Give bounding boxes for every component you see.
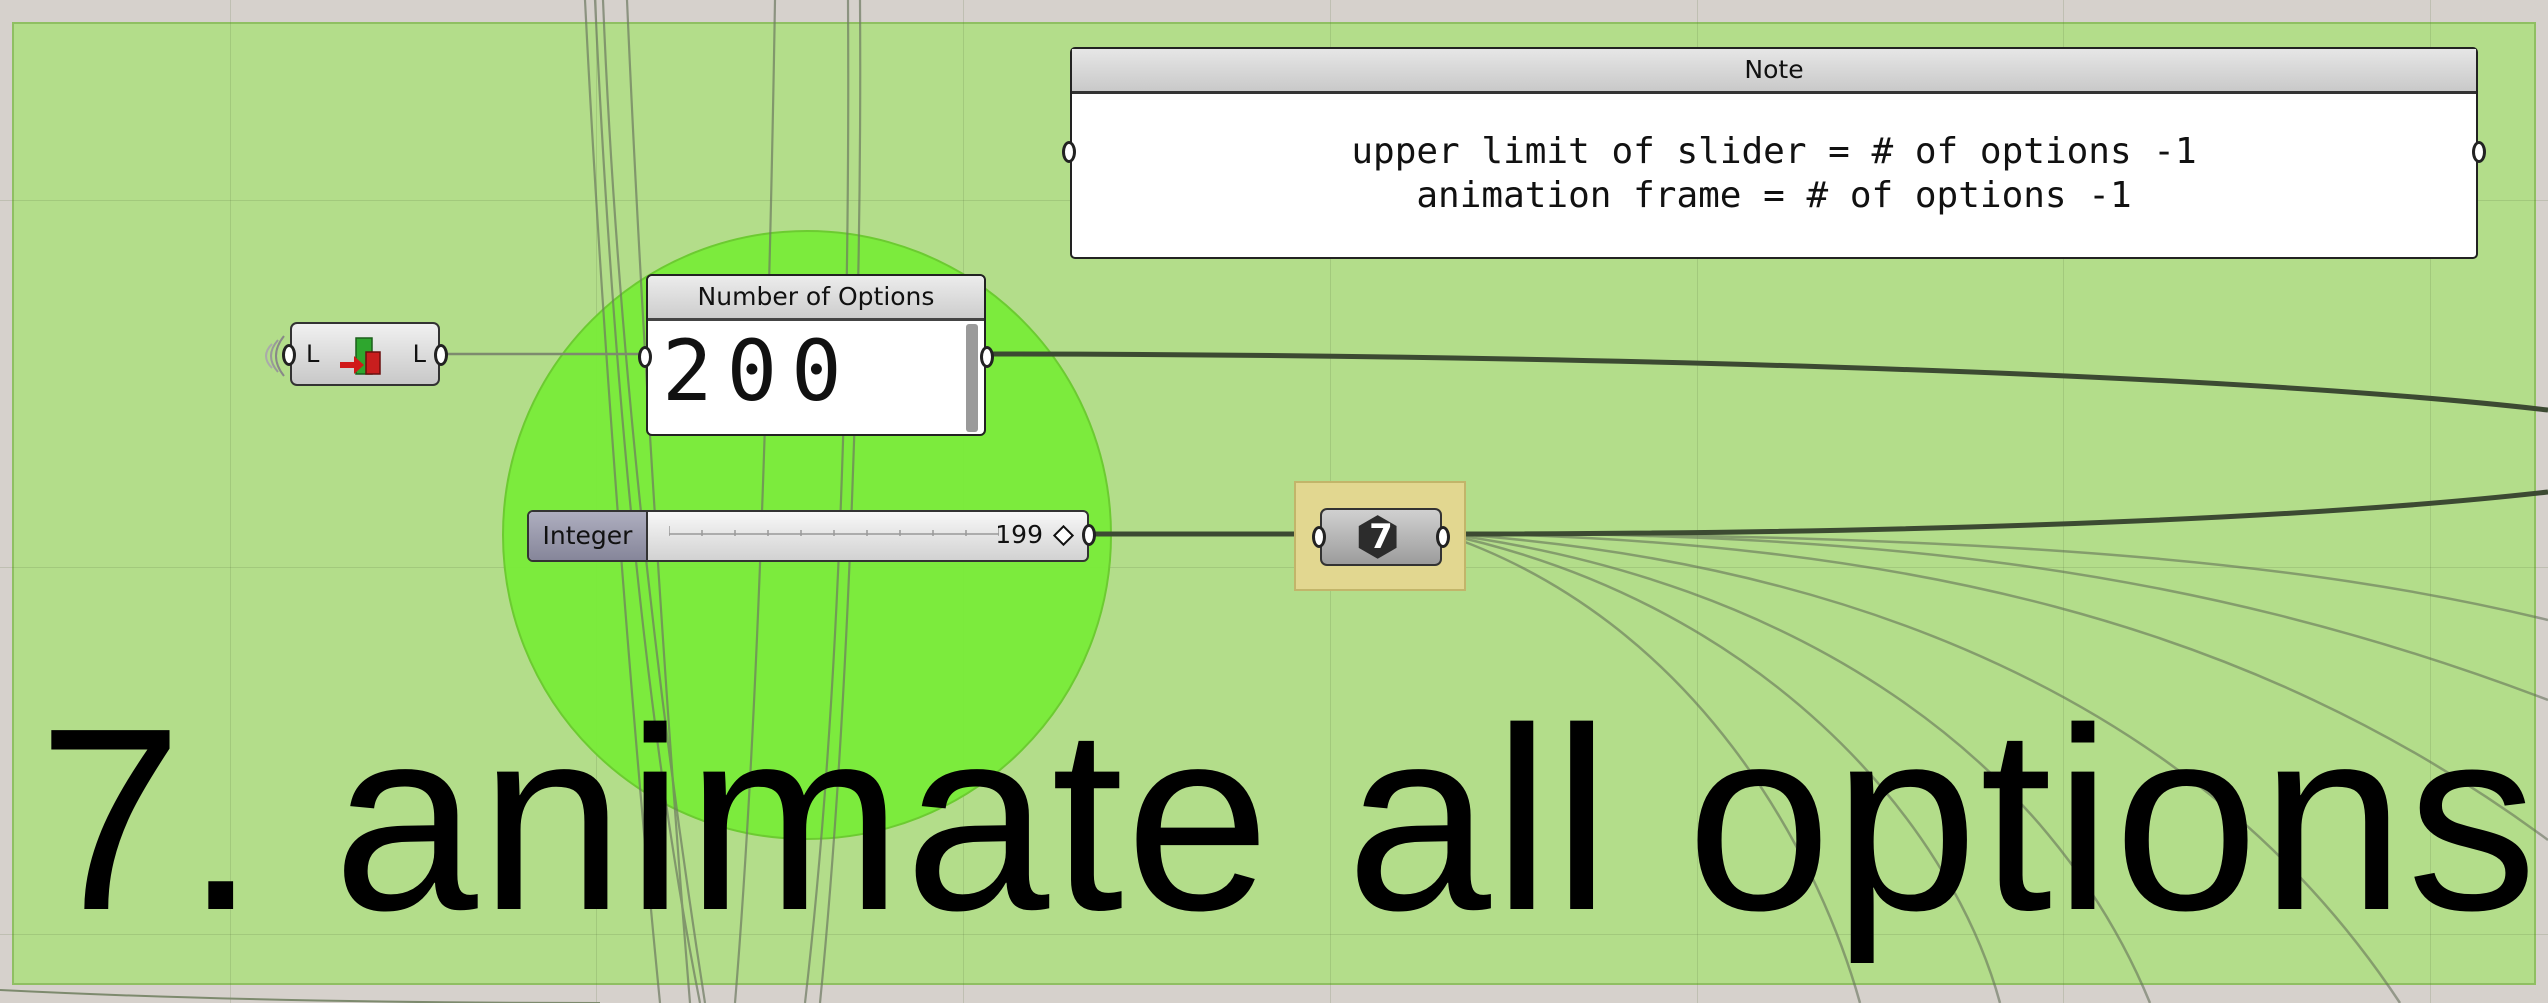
integer-slider[interactable]: Integer 199 [527, 510, 1089, 562]
slider-name: Integer [529, 512, 648, 560]
slider-output-port[interactable] [1082, 524, 1096, 546]
counter-group[interactable]: ⬢ 7 [1294, 481, 1466, 591]
slider-value: 199 [995, 520, 1043, 549]
number-of-options-panel[interactable]: Number of Options 200 [638, 274, 994, 436]
component-input-label: L [306, 340, 320, 368]
note-input-port[interactable] [1062, 141, 1076, 163]
list-data-icon [340, 337, 381, 375]
note-line-1: upper limit of slider = # of options -1 [1351, 131, 2197, 172]
list-data-component[interactable]: L L [265, 322, 448, 386]
panel-input-port[interactable] [638, 346, 652, 368]
panel-scrollbar[interactable] [966, 324, 978, 432]
component-output-port[interactable] [434, 344, 448, 366]
note-body: upper limit of slider = # of options -1 … [1072, 94, 2476, 218]
grasshopper-canvas[interactable]: Note upper limit of slider = # of option… [0, 0, 2548, 1003]
slider-track[interactable] [669, 522, 999, 542]
note-line-2: animation frame = # of options -1 [1416, 175, 2132, 216]
counter-input-port[interactable] [1312, 526, 1326, 548]
panel-title: Number of Options [648, 276, 984, 321]
note-title: Note [1072, 49, 2476, 94]
component-output-label: L [412, 340, 426, 368]
section-heading: 7. animate all options [38, 675, 2540, 965]
counter-output-port[interactable] [1436, 526, 1450, 548]
panel-value: 200 [662, 322, 856, 420]
note-panel[interactable]: Note upper limit of slider = # of option… [1062, 47, 2486, 259]
slider-grip-icon[interactable] [1052, 524, 1075, 547]
wireless-receiver-icon [265, 335, 285, 377]
note-output-port[interactable] [2472, 141, 2486, 163]
counter-component[interactable]: ⬢ 7 [1312, 508, 1450, 566]
panel-output-port[interactable] [980, 346, 994, 368]
counter-value: 7 [1369, 517, 1393, 557]
